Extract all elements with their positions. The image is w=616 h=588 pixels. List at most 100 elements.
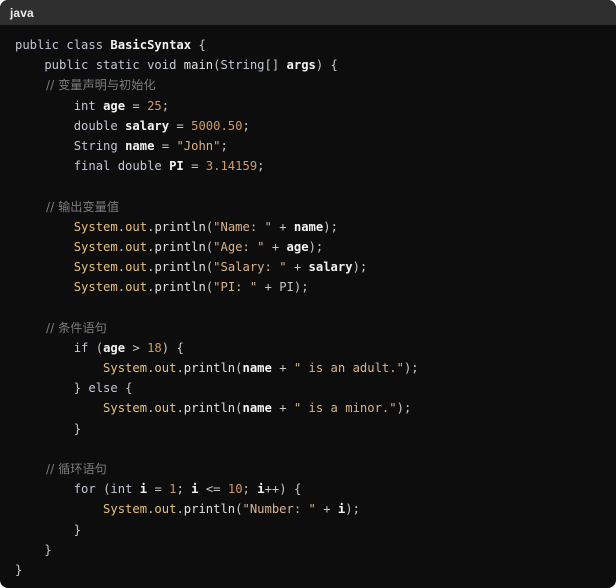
code-token-pun: ); — [396, 401, 412, 416]
code-line: for (int i = 1; i <= 10; i++) { — [15, 479, 616, 499]
code-token-var: i — [191, 482, 199, 497]
code-token-kw: public static void — [15, 58, 184, 73]
code-token-var: name — [242, 361, 272, 375]
code-token-num: 18 — [147, 340, 162, 355]
code-token-num: 10 — [227, 482, 243, 497]
code-token-pun: ( — [235, 401, 243, 416]
code-token-var: age — [103, 98, 126, 113]
code-token-fn: println — [183, 502, 236, 517]
code-token-str: "Name: " — [213, 219, 272, 234]
code-token-pun: ( — [95, 340, 104, 355]
code-token-pun: } — [15, 381, 89, 396]
code-token-num: 5000.50 — [191, 118, 243, 133]
code-line: // 变量声明与初始化 — [15, 75, 616, 95]
code-line: final double PI = 3.14159; — [15, 156, 616, 176]
code-token-kw: public class — [15, 38, 111, 52]
code-token-str: "Age: " — [213, 239, 265, 254]
code-line: System.out.println("Age: " + age); — [15, 237, 616, 257]
code-token-var: age — [286, 239, 309, 254]
code-token-pun: ); — [403, 361, 419, 375]
code-token-obj: System — [15, 239, 118, 254]
code-token-kw: int — [15, 98, 104, 113]
code-token-pun: . — [117, 219, 126, 234]
code-token-pun: . — [117, 260, 126, 275]
code-token-op: = — [183, 159, 206, 174]
code-line: // 循环语句 — [15, 459, 616, 479]
code-token-var: name — [242, 401, 272, 416]
code-block: java public class BasicSyntax { public s… — [0, 0, 616, 588]
code-token-var: i — [257, 482, 265, 497]
code-token-obj: out — [154, 361, 177, 375]
code-token-num: 3.14159 — [205, 159, 258, 174]
code-token-pun: ); — [308, 239, 324, 254]
code-token-obj: out — [154, 401, 177, 416]
code-token-cmt: // 输出变量值 — [15, 199, 120, 214]
code-token-pun: ); — [323, 219, 338, 234]
code-token-kw: String — [220, 58, 265, 73]
code-token-var: name — [293, 219, 324, 234]
code-line: } — [15, 560, 616, 580]
code-line: ​ — [15, 176, 616, 196]
code-token-pun: . — [176, 401, 184, 416]
code-token-obj: out — [125, 260, 148, 275]
code-line: System.out.println("Salary: " + salary); — [15, 257, 616, 277]
code-token-obj: out — [154, 502, 177, 517]
code-token-kw: String — [15, 138, 126, 153]
code-token-pun: } — [15, 542, 52, 557]
code-token-var: salary — [125, 118, 170, 133]
code-token-pun: ; — [242, 118, 250, 133]
code-token-obj: out — [125, 239, 148, 254]
code-token-kw: else — [88, 381, 118, 396]
code-token-op: = — [154, 138, 177, 153]
code-token-str: "Number: " — [242, 502, 316, 517]
code-token-fn: println — [183, 401, 236, 416]
code-token-cmt: // 循环语句 — [15, 461, 107, 476]
code-token-op: + — [286, 260, 309, 275]
code-token-pun: ) { — [315, 58, 338, 73]
code-token-pun: ; — [161, 98, 170, 113]
code-token-pun: ( — [235, 502, 243, 517]
code-token-pun: } — [15, 562, 23, 577]
code-line: ​ — [15, 439, 616, 459]
code-token-pun: . — [176, 361, 184, 375]
code-line: System.out.println(name + " is a minor."… — [15, 398, 616, 418]
code-token-op: <= — [198, 482, 228, 497]
code-token-num: 25 — [147, 98, 162, 113]
code-token-obj: out — [125, 219, 148, 234]
code-token-kw: double — [15, 118, 126, 133]
code-line: ​ — [15, 297, 616, 317]
code-line: // 输出变量值 — [15, 197, 616, 217]
code-token-obj: System — [15, 280, 118, 295]
code-line: public static void main(String[] args) { — [15, 55, 616, 75]
code-token-pun: PI); — [279, 280, 309, 295]
code-line: // 条件语句 — [15, 318, 616, 338]
code-token-var: PI — [169, 159, 184, 174]
code-token-fn: println — [183, 361, 236, 375]
language-label: java — [10, 5, 34, 20]
code-line: } — [15, 520, 616, 540]
code-token-obj: System — [15, 502, 148, 517]
code-token-cmt: // 条件语句 — [15, 320, 107, 335]
code-token-pun: ; — [242, 482, 258, 497]
code-token-var: age — [103, 340, 126, 355]
code-token-str: "John" — [176, 138, 221, 153]
code-token-obj: System — [15, 219, 118, 234]
code-token-pun: ; — [257, 159, 265, 174]
code-token-var: name — [125, 138, 155, 153]
code-token-fn: main — [183, 58, 214, 73]
code-line: if (age > 18) { — [15, 338, 616, 358]
code-token-op: = — [147, 482, 170, 497]
code-token-pun: . — [117, 280, 126, 295]
code-body[interactable]: public class BasicSyntax { public static… — [0, 25, 616, 588]
code-token-op: + — [315, 502, 338, 517]
code-token-cls: BasicSyntax — [110, 38, 192, 52]
code-line: } else { — [15, 378, 616, 398]
code-token-pun: ) { — [279, 482, 302, 497]
code-content[interactable]: public class BasicSyntax { public static… — [15, 35, 616, 580]
code-token-str: " is an adult." — [293, 361, 404, 375]
code-token-fn: println — [154, 239, 206, 254]
code-token-pun: ) { — [161, 340, 184, 355]
code-line: System.out.println("Name: " + name); — [15, 217, 616, 237]
code-token-op: ++ — [264, 482, 280, 497]
code-token-pun: } — [15, 522, 82, 537]
